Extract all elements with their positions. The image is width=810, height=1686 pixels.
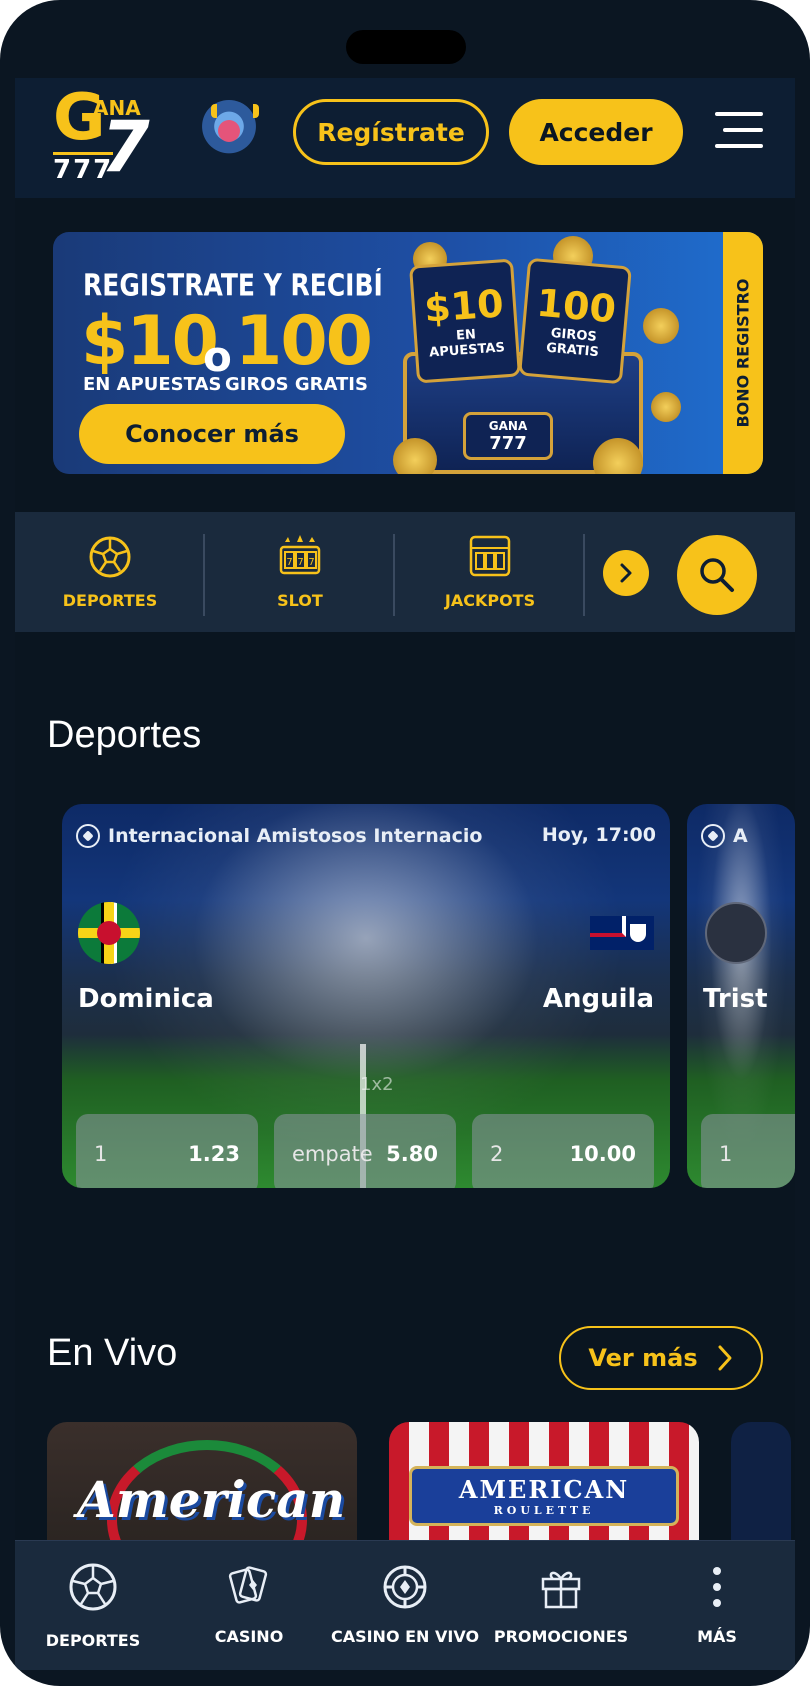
home-team: Trist bbox=[703, 984, 768, 1014]
match-time: Hoy, 17:00 bbox=[541, 824, 656, 846]
logo-777: 777 bbox=[53, 152, 114, 185]
see-more-label: Ver más bbox=[588, 1344, 698, 1372]
nav-casino[interactable]: CASINO bbox=[171, 1541, 327, 1670]
nav-label: DEPORTES bbox=[45, 1631, 141, 1650]
register-button[interactable]: Regístrate bbox=[293, 99, 489, 165]
away-team: Anguila bbox=[542, 984, 654, 1014]
soccer-ball-icon bbox=[69, 1563, 117, 1611]
banner-headline: REGISTRATE Y RECIBÍ bbox=[83, 268, 383, 303]
nav-label: CASINO bbox=[214, 1627, 284, 1646]
bonus-side-tab[interactable]: BONO REGISTRO bbox=[723, 232, 763, 474]
odd-away-button[interactable]: 2 10.00 bbox=[472, 1114, 654, 1188]
search-icon[interactable] bbox=[677, 535, 757, 615]
banner-sub-bets: EN APUESTAS bbox=[83, 374, 222, 395]
live-game-logo: American bbox=[77, 1470, 346, 1529]
match-league: Internacional Amistosos Internacio bbox=[108, 825, 483, 847]
market-label: 1x2 bbox=[360, 1074, 394, 1095]
category-label: JACKPOTS bbox=[444, 590, 536, 610]
live-game-card[interactable] bbox=[731, 1422, 791, 1552]
category-bar: DEPORTES 7 7 7 SLOT JACKPOTS bbox=[15, 512, 795, 632]
cards-icon bbox=[228, 1566, 268, 1604]
banner-amount-spins: 100 bbox=[235, 302, 373, 381]
odd-home-button[interactable]: 1 bbox=[701, 1114, 795, 1188]
live-game-card[interactable]: American bbox=[47, 1422, 357, 1552]
dragon-mascot-icon[interactable] bbox=[201, 100, 259, 166]
odd-draw-button[interactable]: empate 5.80 bbox=[274, 1114, 456, 1188]
banner-card-bets: $10 EN APUESTAS bbox=[409, 258, 521, 384]
banner-card-spins: 100 GIROS GRATIS bbox=[518, 257, 632, 385]
chest-plate: GANA 777 bbox=[463, 412, 553, 460]
category-slot[interactable]: 7 7 7 SLOT bbox=[205, 512, 395, 632]
slot-machine-icon: 7 7 7 bbox=[279, 534, 321, 574]
treasure-chest-image: $10 EN APUESTAS 100 GIROS GRATIS GANA 77… bbox=[393, 236, 689, 474]
match-card[interactable]: Internacional Amistosos Internacio Hoy, … bbox=[62, 804, 670, 1188]
odd-key: 1 bbox=[719, 1142, 733, 1166]
odd-value: 10.00 bbox=[569, 1142, 636, 1166]
promo-banner[interactable]: REGISTRATE Y RECIBÍ $10 o 100 EN APUESTA… bbox=[53, 232, 763, 474]
more-vertical-icon bbox=[713, 1567, 721, 1607]
svg-text:7: 7 bbox=[297, 557, 303, 568]
soccer-ball-icon bbox=[76, 824, 100, 848]
gift-icon bbox=[541, 1571, 581, 1609]
menu-icon[interactable] bbox=[715, 108, 765, 154]
anguilla-flag-icon bbox=[590, 916, 654, 950]
nav-live-casino[interactable]: CASINO EN VIVO bbox=[327, 1541, 483, 1670]
banner-amount-bet: $10 bbox=[81, 302, 219, 381]
odd-value: 1.23 bbox=[188, 1142, 240, 1166]
team-placeholder-icon bbox=[705, 902, 767, 964]
match-card[interactable]: A Trist 1 bbox=[687, 804, 795, 1188]
live-section-title: En Vivo bbox=[47, 1332, 178, 1374]
gana777-logo[interactable]: G ANA 7 777 bbox=[53, 86, 163, 188]
nav-label: CASINO EN VIVO bbox=[330, 1627, 480, 1646]
jackpot-icon bbox=[469, 535, 511, 576]
odd-key: 2 bbox=[490, 1142, 504, 1166]
divider bbox=[583, 534, 585, 616]
top-header: G ANA 7 777 Regístrate Acceder bbox=[15, 78, 795, 198]
match-header: A bbox=[701, 824, 781, 848]
app-screen: G ANA 7 777 Regístrate Acceder REGISTRAT… bbox=[15, 78, 795, 1670]
category-jackpots[interactable]: JACKPOTS bbox=[395, 512, 585, 632]
learn-more-button[interactable]: Conocer más bbox=[79, 404, 345, 464]
odd-key: 1 bbox=[94, 1142, 108, 1166]
odd-home-button[interactable]: 1 1.23 bbox=[76, 1114, 258, 1188]
live-game-card[interactable]: AMERICAN ROULETTE bbox=[389, 1422, 699, 1552]
camera-notch bbox=[346, 30, 466, 64]
svg-text:7: 7 bbox=[286, 557, 292, 568]
nav-more[interactable]: MÁS bbox=[639, 1541, 795, 1670]
login-button[interactable]: Acceder bbox=[509, 99, 683, 165]
nav-label: PROMOCIONES bbox=[493, 1627, 629, 1646]
chevron-right-icon[interactable] bbox=[603, 550, 649, 596]
nav-label: MÁS bbox=[697, 1627, 737, 1646]
chevron-right-icon bbox=[718, 1345, 732, 1371]
nav-promotions[interactable]: PROMOCIONES bbox=[483, 1541, 639, 1670]
dominica-flag-icon bbox=[78, 902, 140, 964]
bottom-navigation: DEPORTES CASINO CASINO EN VIVO PROMOCION… bbox=[15, 1540, 795, 1670]
live-game-logo: AMERICAN ROULETTE bbox=[409, 1466, 679, 1526]
odd-key: empate bbox=[292, 1142, 373, 1166]
see-more-button[interactable]: Ver más bbox=[559, 1326, 763, 1390]
match-league: A bbox=[733, 825, 748, 847]
category-sports[interactable]: DEPORTES bbox=[15, 512, 205, 632]
category-label: DEPORTES bbox=[62, 590, 158, 610]
casino-chip-icon bbox=[383, 1565, 427, 1609]
sports-section-title: Deportes bbox=[47, 714, 202, 756]
soccer-ball-icon bbox=[89, 536, 131, 577]
category-label: SLOT bbox=[277, 590, 323, 610]
svg-text:7: 7 bbox=[308, 557, 314, 568]
odd-value: 5.80 bbox=[386, 1142, 438, 1166]
soccer-ball-icon bbox=[701, 824, 725, 848]
home-team: Dominica bbox=[78, 984, 214, 1014]
banner-sub-spins: GIROS GRATIS bbox=[225, 374, 368, 395]
phone-frame: G ANA 7 777 Regístrate Acceder REGISTRAT… bbox=[0, 0, 810, 1686]
nav-sports[interactable]: DEPORTES bbox=[15, 1541, 171, 1670]
